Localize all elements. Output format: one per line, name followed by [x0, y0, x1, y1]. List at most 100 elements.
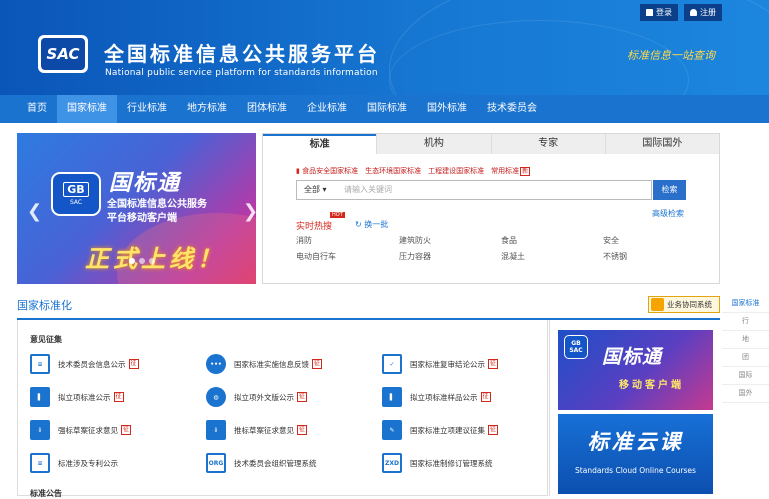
document-check-icon: ✓: [382, 354, 402, 374]
rail-item[interactable]: 地: [722, 331, 769, 349]
refresh-icon: ↻: [355, 220, 365, 229]
nav-item[interactable]: 企业标准: [297, 95, 357, 123]
banner-subtitle: 平台移动客户端: [107, 213, 177, 224]
search-tab[interactable]: 标准: [263, 134, 377, 154]
opinion-item[interactable]: ▌ 拟立项标准样品公示征: [382, 386, 558, 408]
site-subtitle: National public service platform for sta…: [105, 68, 378, 78]
opinion-item[interactable]: ▌ 拟立项标准公示征: [30, 386, 206, 408]
carousel-dots: [129, 258, 155, 264]
opinion-item[interactable]: ORG 技术委员会组织管理系统: [206, 452, 382, 474]
opinion-item[interactable]: ⇩ 推标草案征求意见征: [206, 419, 382, 441]
gbt-app-promo[interactable]: GB SAC 国标通 移动客户端: [558, 330, 713, 410]
register-button[interactable]: 注册: [684, 4, 722, 21]
gb-app-icon: GB SAC: [51, 172, 101, 216]
opinion-item[interactable]: ≡ 技术委员会信息公示征: [30, 353, 206, 375]
quick-link[interactable]: 工程建设国家标准: [428, 166, 484, 176]
solicit-badge: 征: [297, 425, 308, 435]
gb-app-icon: GB SAC: [564, 335, 588, 359]
nav-item[interactable]: 国际标准: [357, 95, 417, 123]
hot-term[interactable]: 安全: [603, 235, 683, 246]
list-document-icon: ≡: [30, 453, 50, 473]
biz-system-button[interactable]: 业务协同系统: [648, 296, 720, 313]
quick-links: ▮ 食品安全国家标准 生态环境国家标准 工程建设国家标准 常用标准新: [296, 166, 531, 176]
org-icon: ORG: [206, 453, 226, 473]
search-button[interactable]: 检索: [653, 180, 686, 200]
carousel-dot[interactable]: [139, 258, 145, 264]
opinion-item-label: 国家标准制修订管理系统: [410, 458, 493, 468]
opinion-item-label: 标准涉及专利公示: [58, 458, 118, 468]
site-header: 登录 注册 SAC 全国标准信息公共服务平台 National public s…: [0, 0, 769, 95]
nav-item[interactable]: 技术委员会: [477, 95, 547, 123]
refresh-button[interactable]: ↻ 换一批: [355, 219, 388, 230]
banner-title: 国标通: [109, 170, 182, 196]
lock-icon: [646, 9, 653, 16]
login-button[interactable]: 登录: [640, 4, 678, 21]
nav-item[interactable]: 团体标准: [237, 95, 297, 123]
opinion-item[interactable]: ⇩ 强标草案征求意见征: [30, 419, 206, 441]
slogan: 标准信息一站查询: [627, 49, 715, 62]
hot-term[interactable]: 混凝土: [501, 251, 603, 262]
account-buttons: 登录 注册: [640, 4, 722, 21]
hot-term[interactable]: 消防: [296, 235, 399, 246]
rail-item[interactable]: 国际: [722, 367, 769, 385]
sac-logo[interactable]: SAC: [38, 35, 88, 73]
nav-item[interactable]: 国外标准: [417, 95, 477, 123]
opinion-item-label: 国家标准立项建议征集: [410, 425, 485, 435]
opinion-item-label: 国家标准实施信息反馈: [234, 359, 309, 369]
cloud-courses-promo[interactable]: 标准云课 Standards Cloud Online Courses: [558, 414, 713, 494]
hot-term[interactable]: 电动自行车: [296, 251, 399, 262]
opinion-item[interactable]: ✎ 国家标准立项建议征集征: [382, 419, 558, 441]
scope-select[interactable]: 全部 ▾: [296, 180, 338, 200]
hot-term[interactable]: 不锈钢: [603, 251, 683, 262]
promo-title: 标准云课: [587, 429, 684, 454]
search-tab[interactable]: 专家: [490, 134, 605, 154]
rail-item[interactable]: 国外: [722, 385, 769, 403]
chevron-right-icon[interactable]: ❯: [243, 201, 256, 222]
carousel-dot[interactable]: [129, 258, 135, 264]
opinion-item-label: 拟立项标准样品公示: [410, 392, 478, 402]
edit-icon: ✎: [382, 420, 402, 440]
opinion-item[interactable]: ZXD 国家标准制修订管理系统: [382, 452, 558, 474]
nav-item[interactable]: 国家标准: [57, 95, 117, 123]
hot-term[interactable]: 食品: [501, 235, 603, 246]
advanced-search-link[interactable]: 高级检索: [652, 208, 684, 219]
opinion-item[interactable]: ✓ 国家标准复审结论公示征: [382, 353, 558, 375]
solicit-badge: 征: [297, 392, 308, 402]
solicit-badge: 征: [488, 359, 499, 369]
nav-item[interactable]: 首页: [17, 95, 57, 123]
carousel-dot[interactable]: [149, 258, 155, 264]
opinion-item[interactable]: ••• 国家标准实施信息反馈征: [206, 353, 382, 375]
promo-subtitle: 移动客户端: [619, 380, 684, 391]
rail-item[interactable]: 团: [722, 349, 769, 367]
opinion-item-label: 推标草案征求意见: [234, 425, 294, 435]
solicit-badge: 征: [488, 425, 499, 435]
search-tab[interactable]: 国际国外: [604, 134, 719, 154]
opinion-item-label: 拟立项外文版公示: [234, 392, 294, 402]
user-icon: [690, 9, 697, 16]
chevron-left-icon[interactable]: ❮: [27, 201, 42, 222]
hot-term[interactable]: 建筑防火: [399, 235, 501, 246]
id-card-icon: ≡: [30, 354, 50, 374]
banner-subtitle: 全国标准信息公共服务: [107, 199, 207, 210]
quick-link[interactable]: 生态环境国家标准: [365, 166, 421, 176]
quick-link[interactable]: ▮ 食品安全国家标准: [296, 166, 358, 176]
opinion-item[interactable]: ◍ 拟立项外文版公示征: [206, 386, 382, 408]
hot-term[interactable]: 压力容器: [399, 251, 501, 262]
nav-item[interactable]: 行业标准: [117, 95, 177, 123]
solicit-badge: 征: [480, 392, 491, 402]
solicit-badge: 征: [128, 359, 139, 369]
rail-item[interactable]: 行: [722, 313, 769, 331]
opinion-item-label: 技术委员会组织管理系统: [234, 458, 317, 468]
rail-item[interactable]: 国家标准: [722, 295, 769, 313]
carousel-banner[interactable]: GB SAC 国标通 全国标准信息公共服务 平台移动客户端 正式上线！ ❮ ❯: [17, 133, 256, 284]
quick-link[interactable]: 常用标准新: [491, 166, 531, 176]
promo-subtitle: Standards Cloud Online Courses: [575, 466, 696, 475]
search-tab[interactable]: 机构: [376, 134, 491, 154]
nav-item[interactable]: 地方标准: [177, 95, 237, 123]
search-input[interactable]: 请输入关键词: [337, 180, 652, 200]
hot-terms: 消防 建筑防火 食品 安全电动自行车 压力容器 混凝土 不锈钢: [296, 235, 683, 262]
globe-icon: ◍: [206, 387, 226, 407]
solicit-badge: 征: [113, 392, 124, 402]
opinion-item[interactable]: ≡ 标准涉及专利公示: [30, 452, 206, 474]
hot-search-label: 实时热搜 HOT: [296, 212, 345, 232]
